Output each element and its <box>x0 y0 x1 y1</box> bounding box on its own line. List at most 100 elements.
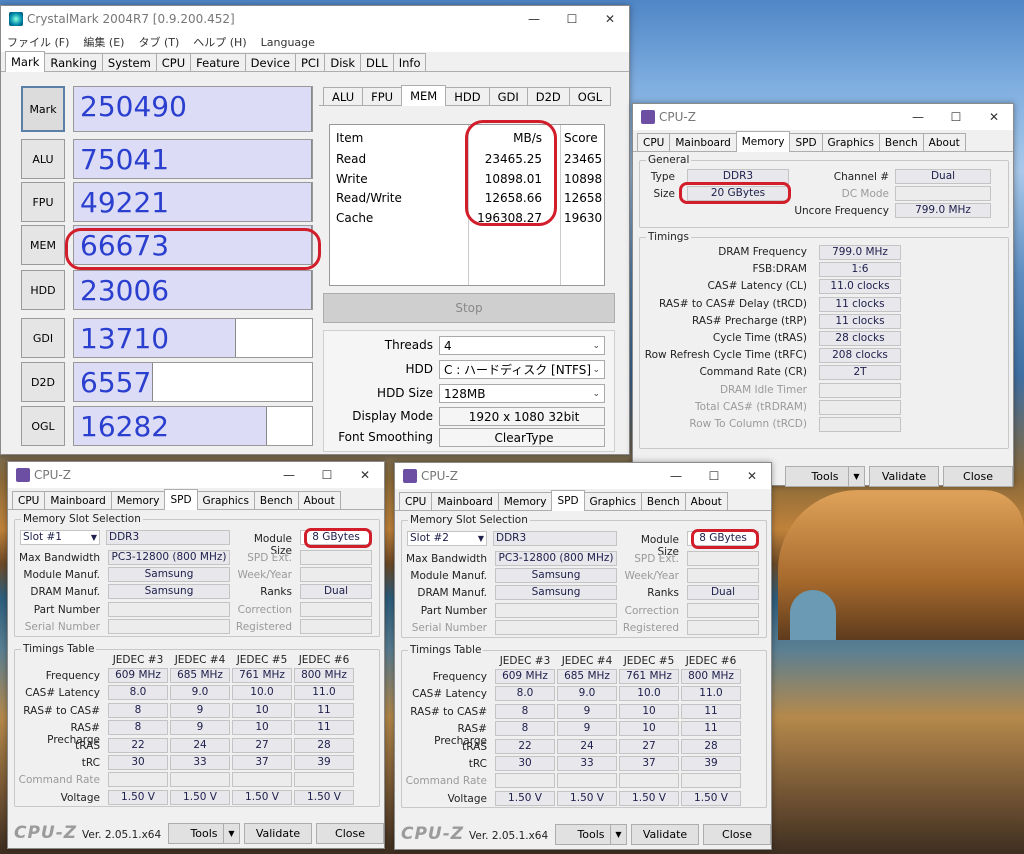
tab-bench[interactable]: Bench <box>878 133 924 151</box>
hdd-button[interactable]: HDD <box>21 270 65 310</box>
tab-spd[interactable]: SPD <box>164 489 198 510</box>
tools-button[interactable]: Tools ▼ <box>555 824 627 845</box>
tab-bench[interactable]: Bench <box>640 492 686 510</box>
minimize-icon[interactable]: — <box>270 462 308 488</box>
close-button[interactable]: Close <box>943 466 1013 487</box>
timing-value: 1.50 V <box>294 789 354 805</box>
minimize-icon[interactable]: — <box>899 104 937 130</box>
tab-system[interactable]: System <box>101 53 157 71</box>
setting-select[interactable]: 4 ⌄ <box>439 336 605 355</box>
timing-value <box>170 772 230 788</box>
close-icon[interactable]: ✕ <box>346 462 384 488</box>
subtab-mem[interactable]: MEM <box>401 85 447 106</box>
menu-item[interactable]: タブ (T) <box>138 34 179 50</box>
tab-memory[interactable]: Memory <box>497 492 553 510</box>
d2d-button[interactable]: D2D <box>21 362 65 402</box>
menu-item[interactable]: ファイル (F) <box>7 34 69 50</box>
timing-value: 11 clocks <box>819 296 901 312</box>
chevron-down-icon[interactable]: ▼ <box>610 825 626 844</box>
slot-select[interactable]: Slot #1 ▼ <box>20 530 100 545</box>
timing-label: Voltage <box>447 792 487 805</box>
tab-mark[interactable]: Mark <box>5 51 46 72</box>
ogl-button[interactable]: OGL <box>21 406 65 446</box>
spd-value <box>300 550 372 565</box>
tab-about[interactable]: About <box>684 492 728 510</box>
menu-item[interactable]: Language <box>261 36 315 49</box>
tab-graphics[interactable]: Graphics <box>821 133 880 151</box>
tab-spd[interactable]: SPD <box>789 133 823 151</box>
setting-button[interactable]: ClearType <box>439 428 605 447</box>
gdi-score: 13710 <box>73 318 313 358</box>
setting-select[interactable]: C : ハードディスク [NTFS] ⌄ <box>439 360 605 379</box>
setting-select[interactable]: 128MB ⌄ <box>439 384 605 403</box>
mem-button[interactable]: MEM <box>21 225 65 265</box>
tab-mainboard[interactable]: Mainboard <box>431 492 499 510</box>
tab-spd[interactable]: SPD <box>551 490 585 511</box>
subtab-gdi[interactable]: GDI <box>488 87 528 105</box>
subtab-fpu[interactable]: FPU <box>362 87 403 105</box>
subtab-ogl[interactable]: OGL <box>568 87 612 105</box>
menu-item[interactable]: 編集 (E) <box>83 34 124 50</box>
tab-cpu[interactable]: CPU <box>399 492 433 510</box>
close-button[interactable]: Close <box>703 824 771 845</box>
tab-cpu[interactable]: CPU <box>12 491 46 509</box>
tab-about[interactable]: About <box>297 491 341 509</box>
maximize-icon[interactable]: ☐ <box>937 104 975 130</box>
tab-ranking[interactable]: Ranking <box>44 53 103 71</box>
tab-cpu[interactable]: CPU <box>155 53 192 71</box>
stop-button[interactable]: Stop <box>323 293 615 323</box>
close-icon[interactable]: ✕ <box>733 463 771 489</box>
hdd-score: 23006 <box>73 270 313 310</box>
tab-info[interactable]: Info <box>392 53 427 71</box>
subtab-hdd[interactable]: HDD <box>445 87 490 105</box>
maximize-icon[interactable]: ☐ <box>553 6 591 32</box>
minimize-icon[interactable]: — <box>657 463 695 489</box>
validate-button[interactable]: Validate <box>869 466 939 487</box>
tab-graphics[interactable]: Graphics <box>583 492 642 510</box>
tab-memory[interactable]: Memory <box>110 491 166 509</box>
maximize-icon[interactable]: ☐ <box>695 463 733 489</box>
maximize-icon[interactable]: ☐ <box>308 462 346 488</box>
tab-device[interactable]: Device <box>244 53 296 71</box>
main-tabs: Mark Ranking System CPU Feature Device PCI Disk… <box>1 51 629 72</box>
minimize-icon[interactable]: — <box>515 6 553 32</box>
subtab-alu[interactable]: ALU <box>323 87 364 105</box>
tab-about[interactable]: About <box>922 133 966 151</box>
menu-item[interactable]: ヘルプ (H) <box>193 34 246 50</box>
subtab-d2d[interactable]: D2D <box>526 87 570 105</box>
channel-value: Dual <box>895 169 991 184</box>
table-header: Item <box>336 131 364 145</box>
tools-button[interactable]: Tools ▼ <box>168 823 240 844</box>
validate-button[interactable]: Validate <box>631 824 699 845</box>
spd-label: Max Bandwidth <box>19 552 100 564</box>
close-icon[interactable]: ✕ <box>975 104 1013 130</box>
group-title: Memory Slot Selection <box>21 513 143 525</box>
tab-disk[interactable]: Disk <box>324 53 362 71</box>
tab-feature[interactable]: Feature <box>190 53 246 71</box>
close-icon[interactable]: ✕ <box>591 6 629 32</box>
tab-memory[interactable]: Memory <box>735 131 791 152</box>
chevron-down-icon[interactable]: ▼ <box>223 824 239 843</box>
tab-dll[interactable]: DLL <box>360 53 394 71</box>
timing-label: RAS# Precharge (tRP) <box>692 314 807 327</box>
alu-button[interactable]: ALU <box>21 139 65 179</box>
validate-button[interactable]: Validate <box>244 823 312 844</box>
close-button[interactable]: Close <box>316 823 384 844</box>
mark-button[interactable]: Mark <box>21 86 65 132</box>
tab-mainboard[interactable]: Mainboard <box>669 133 737 151</box>
tab-mainboard[interactable]: Mainboard <box>44 491 112 509</box>
tab-bench[interactable]: Bench <box>253 491 299 509</box>
gdi-button[interactable]: GDI <box>21 318 65 358</box>
tools-button[interactable]: Tools ▼ <box>785 466 865 487</box>
setting-button[interactable]: 1920 x 1080 32bit <box>439 407 605 426</box>
slot-select[interactable]: Slot #2 ▼ <box>407 531 487 546</box>
spd-label: Registered <box>622 621 679 634</box>
wallpaper-arch <box>790 590 836 640</box>
tab-pci[interactable]: PCI <box>294 53 326 71</box>
timing-value <box>819 399 901 415</box>
fpu-button[interactable]: FPU <box>21 182 65 222</box>
version-text: Ver. 2.05.1.x64 <box>82 829 162 841</box>
tab-cpu[interactable]: CPU <box>637 133 671 151</box>
chevron-down-icon[interactable]: ▼ <box>848 467 864 486</box>
tab-graphics[interactable]: Graphics <box>196 491 255 509</box>
